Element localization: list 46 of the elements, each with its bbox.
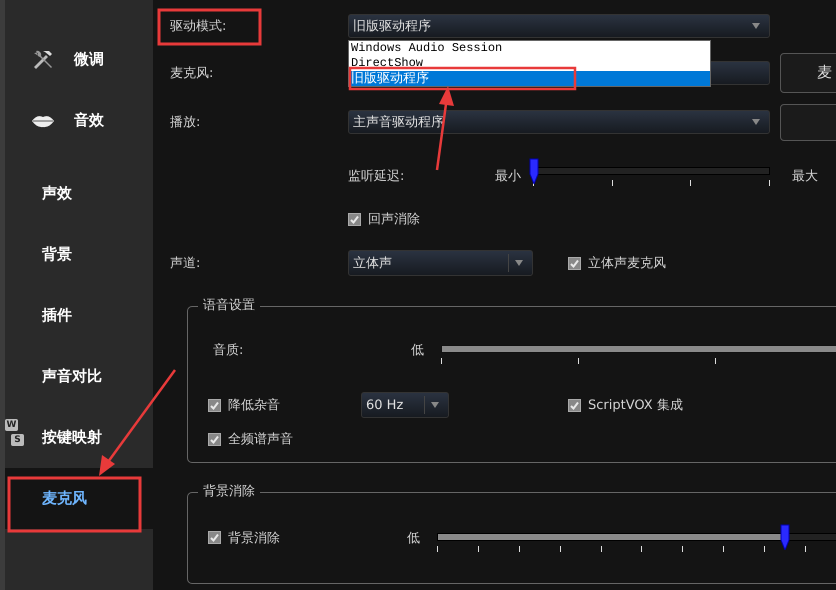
checkbox[interactable] [568, 398, 581, 412]
microphone-button[interactable]: 麦 [780, 52, 836, 92]
key-icon: W [5, 419, 18, 431]
dropdown[interactable]: 立体声 [348, 250, 533, 276]
sidebar-item[interactable]: 插件 [5, 285, 153, 346]
checkbox-label: 全频谱声音 [228, 431, 293, 448]
slider-thumb[interactable] [780, 524, 790, 550]
field-label: 声道: [170, 255, 202, 272]
checkbox-label: 立体声麦克风 [588, 255, 666, 272]
slider-min-label: 最小 [495, 168, 522, 185]
checkbox[interactable] [348, 212, 361, 226]
field-label: 麦克风: [170, 64, 214, 82]
checkbox-label: 降低杂音 [228, 397, 280, 414]
sidebar-item[interactable]: 声效 [5, 163, 153, 224]
slider-min-label: 低 [411, 342, 425, 358]
slider-min-label: 低 [407, 530, 421, 546]
caret-icon [508, 254, 523, 272]
checkbox[interactable] [208, 432, 221, 446]
sidebar-item[interactable]: 声音对比 [5, 346, 153, 407]
field-label: 播放: [170, 114, 202, 131]
checkbox[interactable] [208, 398, 221, 412]
sidebar-item[interactable]: 微调 [5, 29, 153, 90]
slider-thumb[interactable] [529, 158, 539, 184]
sidebar-item[interactable]: W S 按键映射 [5, 407, 153, 468]
dropdown-option[interactable]: 旧版驱动程序 [349, 71, 710, 86]
caret-icon [424, 396, 439, 414]
checkbox[interactable] [568, 256, 581, 270]
dropdown-option[interactable]: Windows Audio Session [349, 41, 710, 56]
caret-icon [752, 23, 760, 29]
slider-max-label: 最大 [792, 168, 819, 185]
field-label: 监听延迟: [348, 168, 406, 185]
caret-icon [752, 119, 760, 125]
lips-icon [30, 114, 54, 128]
dropdown-option[interactable]: DirectShow [349, 56, 710, 71]
sidebar-item[interactable]: 背景 [5, 224, 153, 285]
key-icon: S [11, 434, 24, 446]
field-label: 驱动模式: [170, 18, 228, 35]
checkbox-label: 回声消除 [368, 211, 420, 228]
sidebar-item[interactable]: 麦克风 [5, 468, 153, 529]
checkbox[interactable] [208, 531, 221, 544]
field-label: 音质: [213, 342, 244, 358]
checkbox-label: ScriptVOX 集成 [588, 397, 683, 414]
sidebar-item[interactable]: 音效 [5, 90, 153, 151]
dropdown[interactable]: 旧版驱动程序 [348, 14, 770, 38]
dropdown[interactable]: 60 Hz [361, 392, 449, 418]
checkbox-label: 背景消除 [228, 530, 280, 546]
